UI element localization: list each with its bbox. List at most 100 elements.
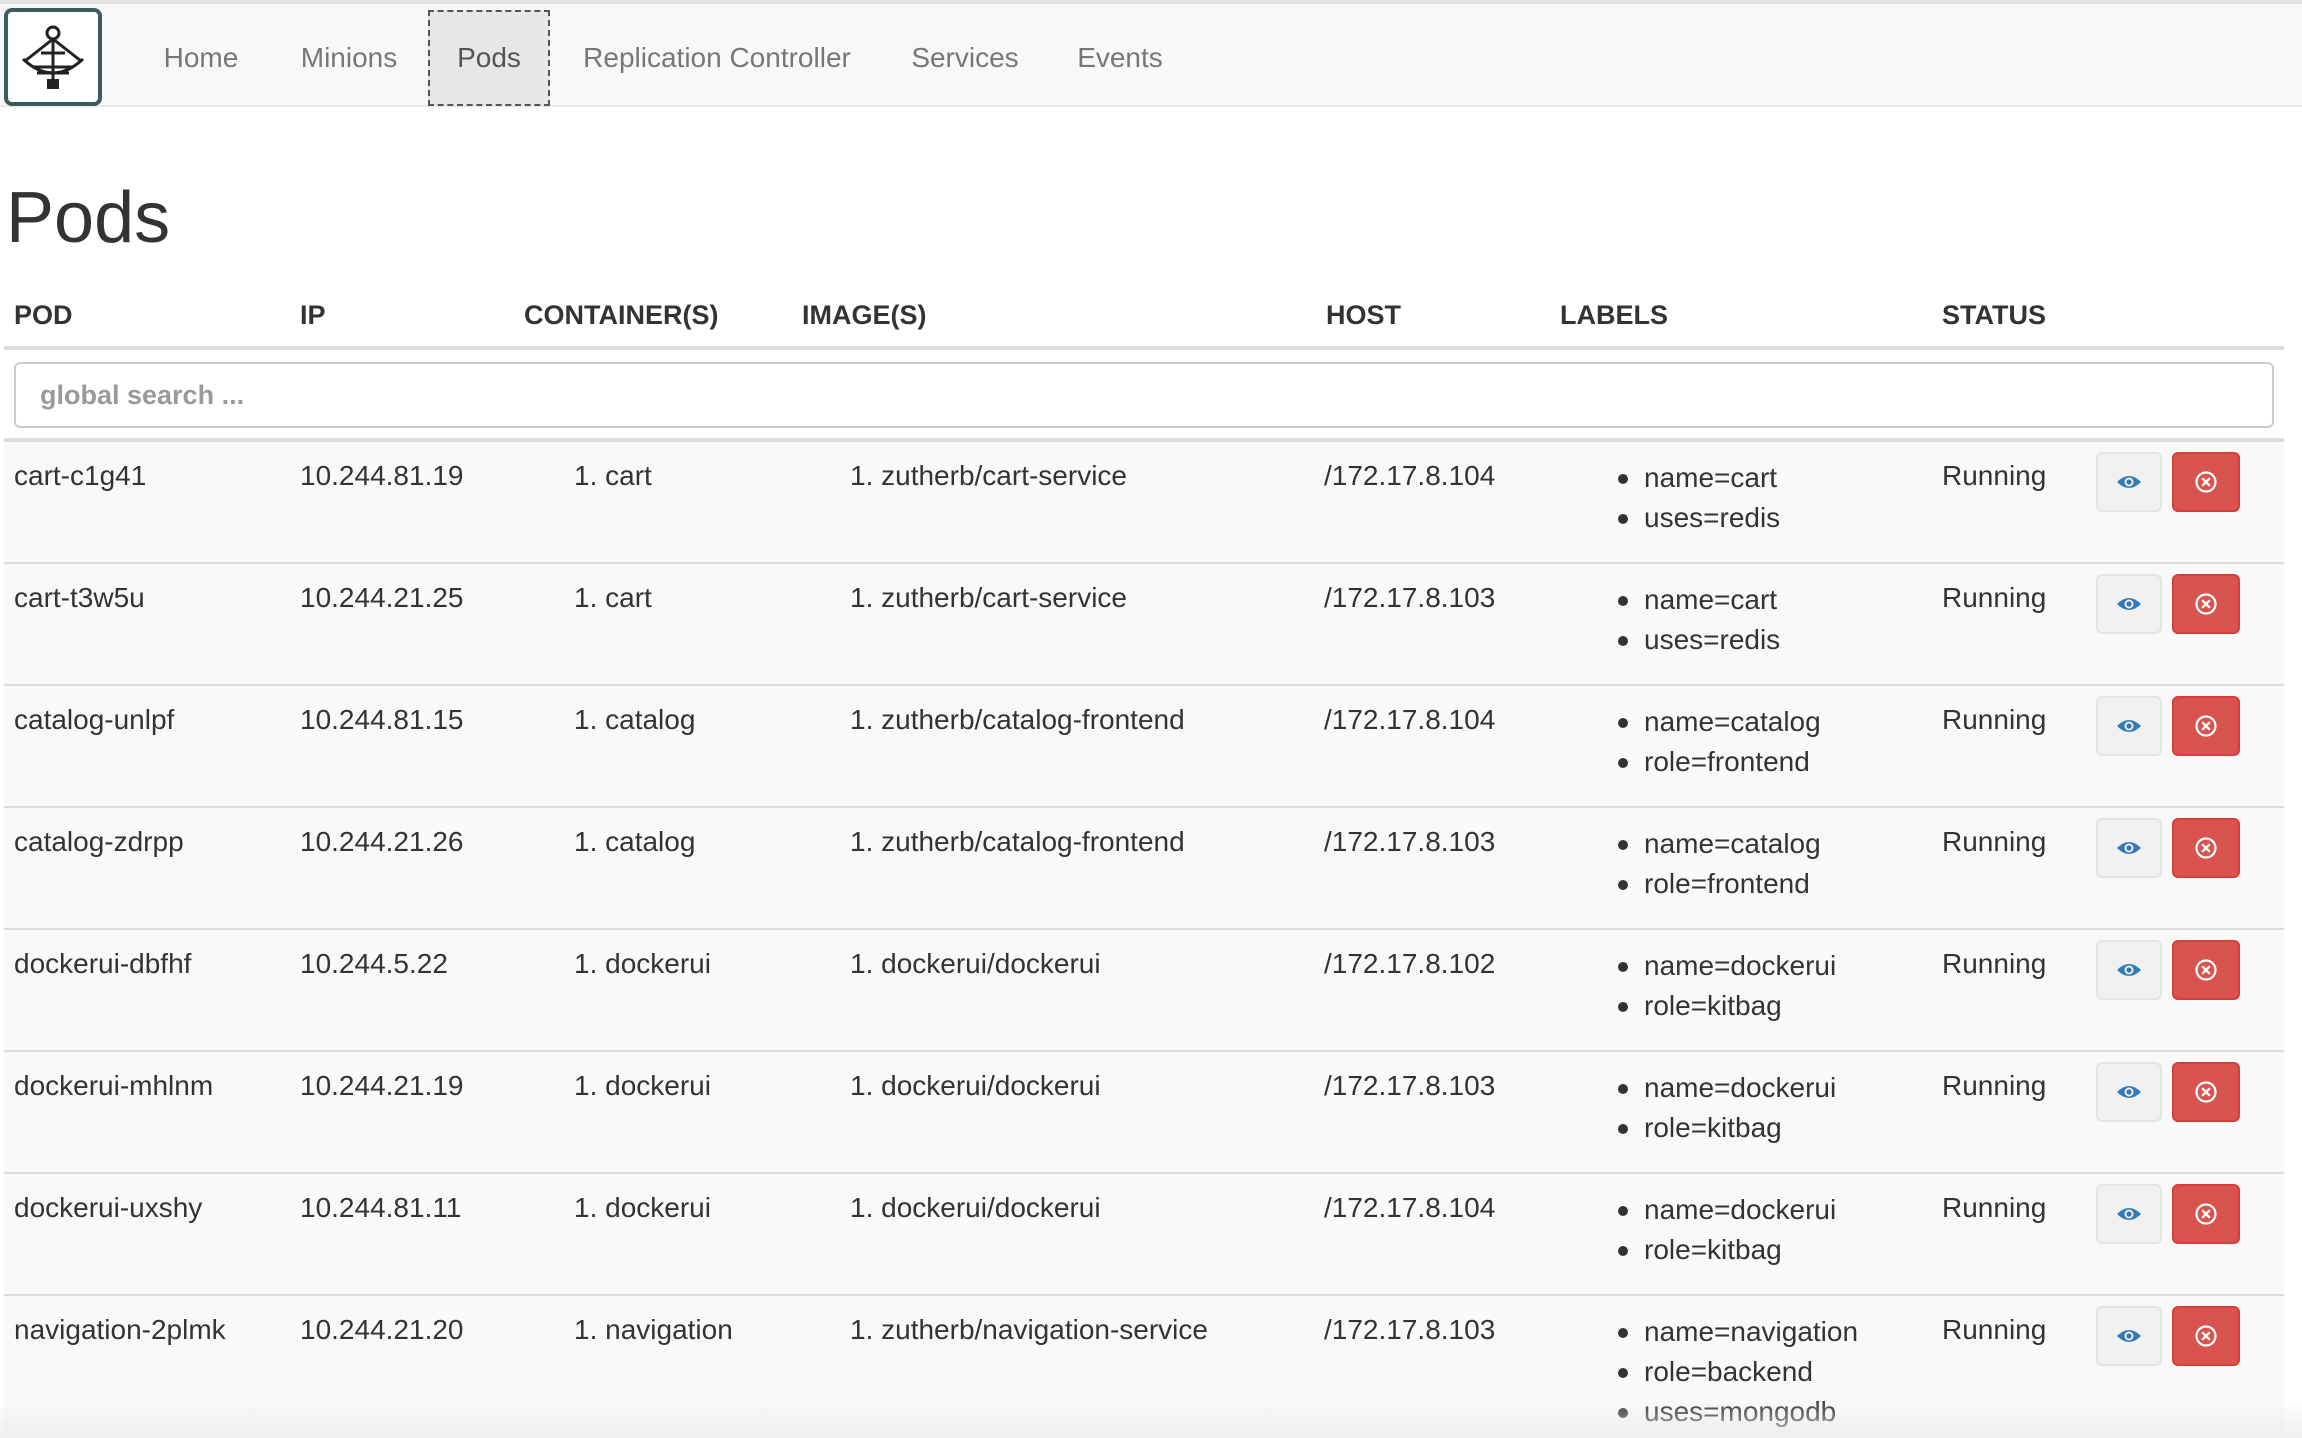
pod-image: 1. zutherb/navigation-service [850,1314,1208,1345]
table-row: dockerui-uxshy 10.244.81.11 1. dockerui 1. … [4,1172,2284,1294]
page-title: Pods [6,178,171,258]
pod-image: 1. dockerui/dockerui [850,948,1101,979]
delete-pod-button[interactable] [2172,940,2240,1000]
remove-circle-icon [2195,715,2217,737]
table-row: dockerui-mhlnm 10.244.21.19 1. dockerui 1. … [4,1050,2284,1172]
pod-container: 1. catalog [574,704,696,735]
header-containers[interactable]: CONTAINER(S) [524,300,718,331]
pod-container: 1. dockerui [574,1070,711,1101]
nav-pods[interactable]: Pods [428,10,550,106]
eye-icon [2117,476,2141,488]
eye-icon [2117,720,2141,732]
pod-status: Running [1942,1192,2047,1223]
header-host[interactable]: HOST [1326,300,1401,331]
header-images[interactable]: IMAGE(S) [802,300,927,331]
pod-labels: name=catalog role=frontend [1614,824,1821,904]
label-item: role=frontend [1614,742,1821,782]
pod-container: 1. catalog [574,826,696,857]
table-row: catalog-zdrpp 10.244.21.26 1. catalog 1. zu… [4,806,2284,928]
delete-pod-button[interactable] [2172,452,2240,512]
label-item: name=dockerui [1614,946,1836,986]
pod-container: 1. dockerui [574,1192,711,1223]
delete-pod-button[interactable] [2172,1062,2240,1122]
delete-pod-button[interactable] [2172,818,2240,878]
sextant-icon [21,25,85,89]
pod-name: navigation-2plmk [14,1314,226,1345]
pod-host: /172.17.8.102 [1324,948,1496,979]
pod-labels: name=dockerui role=kitbag [1614,1190,1836,1270]
label-item: name=cart [1614,458,1780,498]
table-row: cart-c1g41 10.244.81.19 1. cart 1. zutherb/… [4,440,2284,562]
label-item: role=frontend [1614,864,1821,904]
pod-status: Running [1942,1070,2047,1101]
pod-host: /172.17.8.103 [1324,1314,1496,1345]
pod-labels: name=cart uses=redis [1614,458,1780,538]
label-item: name=catalog [1614,824,1821,864]
pod-name: catalog-zdrpp [14,826,184,857]
eye-icon [2117,1208,2141,1220]
pod-image: 1. dockerui/dockerui [850,1192,1101,1223]
nav-replication-controller[interactable]: Replication Controller [566,10,868,106]
table-row: cart-t3w5u 10.244.21.25 1. cart 1. zutherb/… [4,562,2284,684]
nav-home[interactable]: Home [142,10,260,106]
nav-minions[interactable]: Minions [280,10,418,106]
nav-services[interactable]: Services [892,10,1038,106]
pod-image: 1. zutherb/cart-service [850,460,1127,491]
remove-circle-icon [2195,1203,2217,1225]
eye-icon [2117,598,2141,610]
view-pod-button[interactable] [2096,696,2162,756]
delete-pod-button[interactable] [2172,1306,2240,1366]
pod-labels: name=dockerui role=kitbag [1614,1068,1836,1148]
view-pod-button[interactable] [2096,452,2162,512]
view-pod-button[interactable] [2096,1062,2162,1122]
pod-container: 1. cart [574,582,652,613]
pod-host: /172.17.8.104 [1324,460,1496,491]
label-item: name=navigation [1614,1312,1858,1352]
pod-labels: name=catalog role=frontend [1614,702,1821,782]
header-divider [4,346,2284,350]
pod-status: Running [1942,1314,2047,1345]
eye-icon [2117,842,2141,854]
label-item: name=dockerui [1614,1068,1836,1108]
remove-circle-icon [2195,593,2217,615]
header-pod[interactable]: POD [14,300,73,331]
header-ip[interactable]: IP [300,300,326,331]
pod-image: 1. dockerui/dockerui [850,1070,1101,1101]
view-pod-button[interactable] [2096,1306,2162,1366]
pod-name: dockerui-dbfhf [14,948,192,979]
view-pod-button[interactable] [2096,1184,2162,1244]
global-search-input[interactable] [14,362,2274,428]
delete-pod-button[interactable] [2172,696,2240,756]
pod-container: 1. cart [574,460,652,491]
view-pod-button[interactable] [2096,818,2162,878]
header-labels[interactable]: LABELS [1560,300,1668,331]
pod-status: Running [1942,826,2047,857]
view-pod-button[interactable] [2096,574,2162,634]
pod-status: Running [1942,460,2047,491]
header-status[interactable]: STATUS [1942,300,2046,331]
eye-icon [2117,1330,2141,1342]
pod-image: 1. zutherb/catalog-frontend [850,704,1185,735]
eye-icon [2117,1086,2141,1098]
delete-pod-button[interactable] [2172,1184,2240,1244]
brand-logo[interactable] [4,8,102,106]
pod-image: 1. zutherb/catalog-frontend [850,826,1185,857]
label-item: name=cart [1614,580,1780,620]
pod-host: /172.17.8.103 [1324,826,1496,857]
pod-ip: 10.244.81.19 [300,460,464,491]
view-pod-button[interactable] [2096,940,2162,1000]
nav-events[interactable]: Events [1060,10,1180,106]
remove-circle-icon [2195,837,2217,859]
pod-container: 1. navigation [574,1314,733,1345]
remove-circle-icon [2195,1325,2217,1347]
pod-ip: 10.244.21.25 [300,582,464,613]
delete-pod-button[interactable] [2172,574,2240,634]
pod-status: Running [1942,704,2047,735]
pod-status: Running [1942,582,2047,613]
label-item: role=kitbag [1614,1108,1836,1148]
pod-name: dockerui-uxshy [14,1192,203,1223]
pod-status: Running [1942,948,2047,979]
remove-circle-icon [2195,471,2217,493]
table-row: dockerui-dbfhf 10.244.5.22 1. dockerui 1. d… [4,928,2284,1050]
pod-ip: 10.244.21.19 [300,1070,464,1101]
